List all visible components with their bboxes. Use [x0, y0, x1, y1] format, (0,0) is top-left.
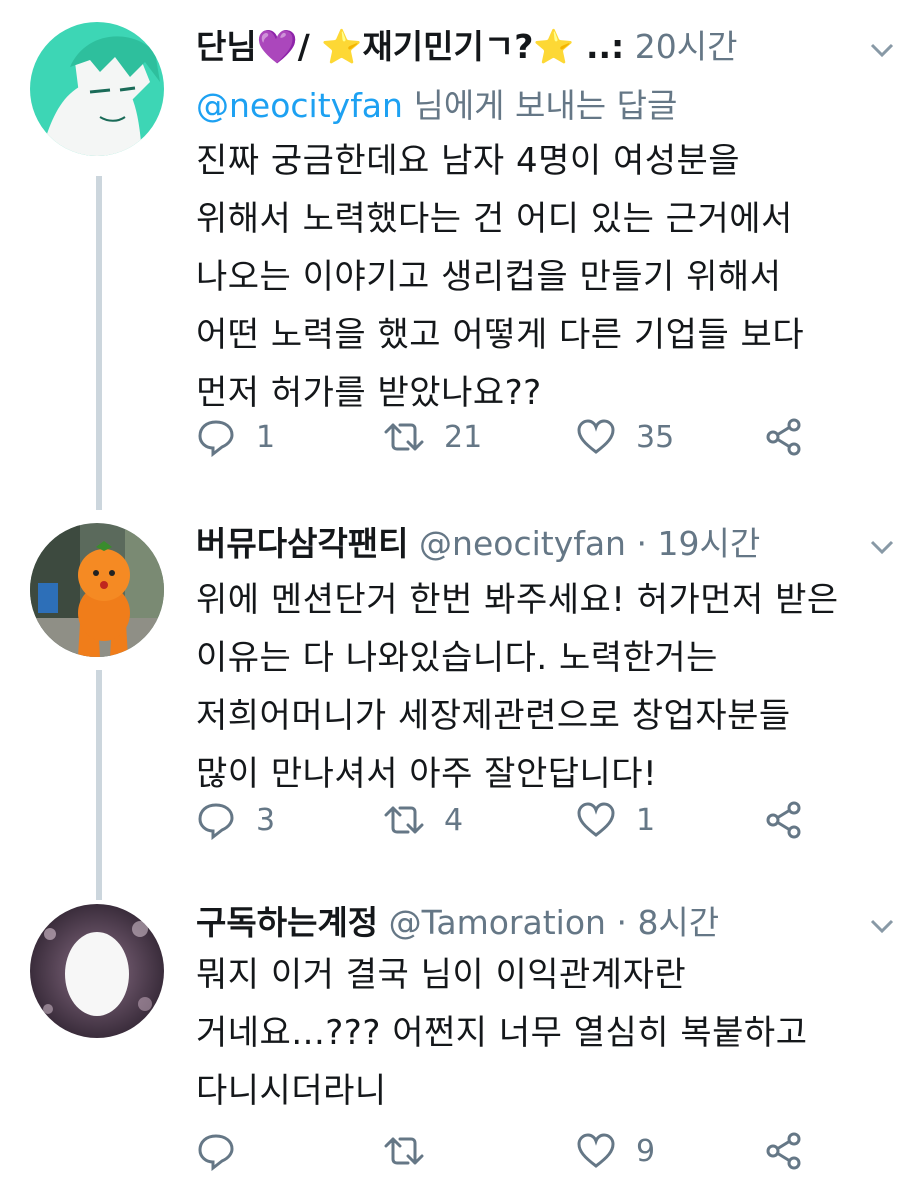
- share-button[interactable]: [764, 412, 804, 462]
- tweet-text-line: 어떤 노력을 했고 어떻게 다른 기업들 보다: [196, 315, 805, 355]
- reply-to-mention[interactable]: @neocityfan: [196, 86, 403, 125]
- share-button[interactable]: [764, 1126, 804, 1176]
- chevron-down-icon[interactable]: [868, 533, 896, 561]
- display-name[interactable]: 구독하는계정: [196, 903, 378, 942]
- timestamp[interactable]: 20시간: [635, 27, 738, 66]
- tweet-3[interactable]: 구독하는계정 @Tamoration · 8시간 뭐지 이거 결국 님이 이익관…: [0, 890, 924, 1200]
- tweet-header: 단님💜/ ⭐재기민기ㄱ?⭐ ..: 20시간: [196, 22, 898, 72]
- tweet-text-line: 나오는 이야기고 생리컵을 만들기 위해서: [196, 257, 782, 297]
- like-icon: [577, 1133, 615, 1168]
- retweet-icon: [384, 806, 424, 834]
- like-button[interactable]: 1: [576, 795, 655, 845]
- reply-button[interactable]: 1: [196, 412, 275, 462]
- reply-icon: [198, 420, 234, 457]
- share-icon: [766, 1132, 801, 1170]
- like-count: 9: [636, 1133, 656, 1169]
- like-count: 1: [636, 802, 656, 838]
- display-name[interactable]: 단님💜/ ⭐재기민기ㄱ?⭐ ..:: [196, 27, 624, 66]
- like-count: 35: [636, 419, 675, 455]
- tweet-text-line: 이유는 다 나와있습니다. 노력한거는: [196, 638, 718, 678]
- like-icon: [577, 419, 615, 454]
- tweet-actions: 9: [196, 1126, 836, 1176]
- tweet-text-line: 위해서 노력했다는 건 어디 있는 근거에서: [196, 199, 793, 239]
- share-button[interactable]: [764, 795, 804, 845]
- retweet-button[interactable]: 4: [384, 795, 463, 845]
- retweet-count: 4: [444, 802, 464, 838]
- tweet-text: 뭐지 이거 결국 님이 이익관계자란 거네요...??? 어쩐지 너무 열심히 …: [196, 946, 896, 1120]
- chevron-down-icon[interactable]: [868, 36, 896, 64]
- timestamp[interactable]: 19시간: [657, 524, 760, 563]
- reply-button[interactable]: 3: [196, 795, 275, 845]
- avatar[interactable]: [30, 22, 164, 156]
- tweet-actions: 1 21 35: [196, 412, 836, 462]
- like-button[interactable]: 35: [576, 412, 674, 462]
- like-icon: [577, 802, 615, 837]
- retweet-button[interactable]: [384, 1126, 424, 1176]
- tweet-header: 버뮤다삼각팬티 @neocityfan · 19시간: [196, 519, 898, 569]
- tweet-header: 구독하는계정 @Tamoration · 8시간: [196, 898, 898, 948]
- reply-button[interactable]: [196, 1126, 236, 1176]
- share-icon: [766, 801, 801, 839]
- tweet-actions: 3 4 1: [196, 795, 836, 845]
- tweet-text-line: 거네요...??? 어쩐지 너무 열심히 복붙하고: [196, 1013, 808, 1053]
- tweet-1[interactable]: 단님💜/ ⭐재기민기ㄱ?⭐ ..: 20시간 @neocityfan 님에게 보…: [0, 0, 924, 500]
- reply-to-suffix: 님에게 보내는 답글: [413, 86, 678, 125]
- avatar[interactable]: [30, 904, 164, 1038]
- retweet-count: 21: [444, 419, 483, 455]
- tweet-text-line: 뭐지 이거 결국 님이 이익관계자란: [196, 955, 687, 995]
- display-name[interactable]: 버뮤다삼각팬티: [196, 524, 409, 563]
- tweet-text: 위에 멘션단거 한번 봐주세요! 허가먼저 받은 이유는 다 나와있습니다. 노…: [196, 571, 896, 803]
- chevron-down-icon[interactable]: [868, 912, 896, 940]
- share-icon: [766, 418, 801, 456]
- tweet-2[interactable]: 버뮤다삼각팬티 @neocityfan · 19시간 위에 멘션단거 한번 봐주…: [0, 505, 924, 890]
- retweet-icon: [384, 423, 424, 451]
- reply-to-line: @neocityfan 님에게 보내는 답글: [196, 82, 677, 130]
- retweet-icon: [384, 1137, 424, 1165]
- retweet-button[interactable]: 21: [384, 412, 482, 462]
- tweet-text-line: 위에 멘션단거 한번 봐주세요! 허가먼저 받은: [196, 580, 839, 620]
- reply-count: 1: [256, 419, 276, 455]
- tweet-text-line: 다니시더라니: [196, 1071, 387, 1111]
- separator-dot: ·: [616, 903, 627, 942]
- reply-count: 3: [256, 802, 276, 838]
- tweet-text-line: 진짜 궁금한데요 남자 4명이 여성분을: [196, 141, 741, 181]
- tweet-text-line: 저희어머니가 세장제관련으로 창업자분들: [196, 696, 791, 736]
- reply-icon: [198, 1134, 234, 1171]
- tweet-text: 진짜 궁금한데요 남자 4명이 여성분을 위해서 노력했다는 건 어디 있는 근…: [196, 132, 896, 422]
- handle[interactable]: @neocityfan: [419, 524, 626, 563]
- avatar[interactable]: [30, 523, 164, 657]
- like-button[interactable]: 9: [576, 1126, 655, 1176]
- separator-dot: ·: [636, 524, 647, 563]
- reply-icon: [198, 803, 234, 840]
- handle[interactable]: @Tamoration: [389, 903, 606, 942]
- timestamp[interactable]: 8시간: [637, 903, 719, 942]
